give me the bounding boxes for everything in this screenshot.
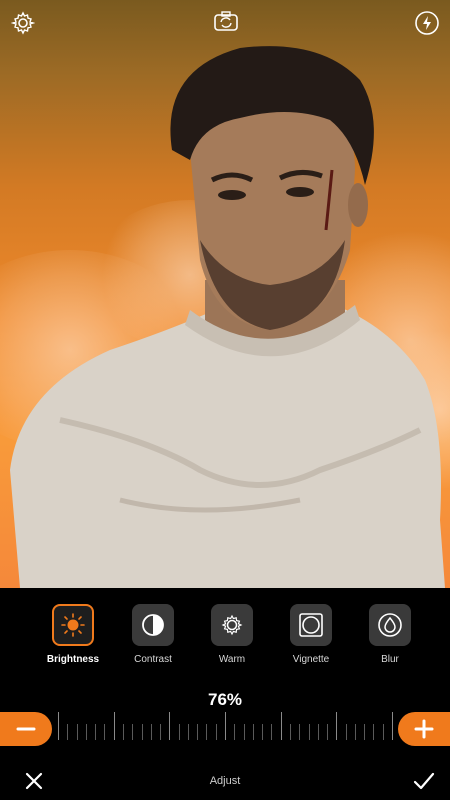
tool-contrast[interactable]: Contrast (118, 604, 188, 665)
tool-label: Brightness (46, 654, 100, 665)
tool-vignette[interactable]: Vignette (276, 604, 346, 665)
slider-tick (169, 712, 171, 740)
sun-icon (61, 613, 85, 637)
slider-tick (299, 724, 301, 740)
slider-tick (234, 724, 236, 740)
adjust-value: 76% (207, 690, 243, 709)
slider-tick (76, 724, 78, 740)
slider-tick (67, 724, 69, 740)
minus-icon (16, 727, 36, 731)
settings-button[interactable] (8, 8, 38, 38)
flash-icon (415, 11, 439, 35)
tool-tile (211, 604, 253, 646)
slider-tick (132, 724, 134, 740)
slider-tick (345, 724, 347, 740)
slider-tick (336, 712, 338, 740)
slider-tick (95, 724, 97, 740)
slider-tick (85, 724, 87, 740)
slider-tick (150, 724, 152, 740)
slider-tick (262, 724, 264, 740)
vignette-icon (299, 613, 323, 637)
slider-tick (382, 724, 384, 740)
decrease-button[interactable] (0, 712, 52, 746)
flash-button[interactable] (412, 8, 442, 38)
slider-tick (160, 724, 162, 740)
tool-tile (290, 604, 332, 646)
slider-tick (215, 724, 217, 740)
camera-switch-button[interactable] (210, 6, 242, 38)
slider-tick (373, 724, 375, 740)
tool-brightness[interactable]: Brightness (38, 604, 108, 665)
tool-tile (132, 604, 174, 646)
gear-sun-icon (221, 614, 243, 636)
tool-label: Contrast (134, 654, 172, 665)
confirm-button[interactable] (410, 767, 438, 795)
gear-icon (11, 11, 35, 35)
slider-tick (280, 712, 282, 740)
tool-warm[interactable]: Warm (197, 604, 267, 665)
tool-tile (369, 604, 411, 646)
slider-tick (392, 712, 393, 740)
tool-blur[interactable]: Blur (355, 604, 425, 665)
slider-tick (225, 712, 226, 740)
tool-label: Vignette (292, 654, 330, 665)
slider-tick (178, 724, 180, 740)
slider-tick (364, 724, 366, 740)
slider-tick (113, 712, 115, 740)
slider-tick (206, 724, 208, 740)
slider-tick (317, 724, 319, 740)
slider-tick (141, 724, 143, 740)
slider-tick (289, 724, 291, 740)
slider-tick (271, 724, 273, 740)
plus-icon (414, 719, 434, 739)
slider-tick (122, 724, 124, 740)
slider-tick (104, 724, 106, 740)
slider-tick (327, 724, 329, 740)
slider-tick (354, 724, 356, 740)
slider-tick (197, 724, 199, 740)
tool-label: Blur (381, 654, 399, 665)
photo-canvas[interactable] (0, 0, 450, 588)
slider-tick (187, 724, 189, 740)
drop-icon (378, 613, 402, 637)
slider-tick (252, 724, 254, 740)
half-circle-icon (142, 614, 164, 636)
camera-switch-icon (214, 11, 238, 31)
slider-tick (58, 712, 59, 740)
tool-tile (52, 604, 94, 646)
tool-label: Warm (218, 654, 246, 665)
adjust-slider[interactable] (0, 712, 450, 748)
check-icon (413, 772, 435, 790)
screen-title: Adjust (209, 775, 241, 787)
portrait-subject (10, 46, 445, 588)
increase-button[interactable] (398, 712, 450, 746)
slider-tick (243, 724, 245, 740)
slider-ticks (58, 712, 393, 748)
slider-tick (308, 724, 310, 740)
